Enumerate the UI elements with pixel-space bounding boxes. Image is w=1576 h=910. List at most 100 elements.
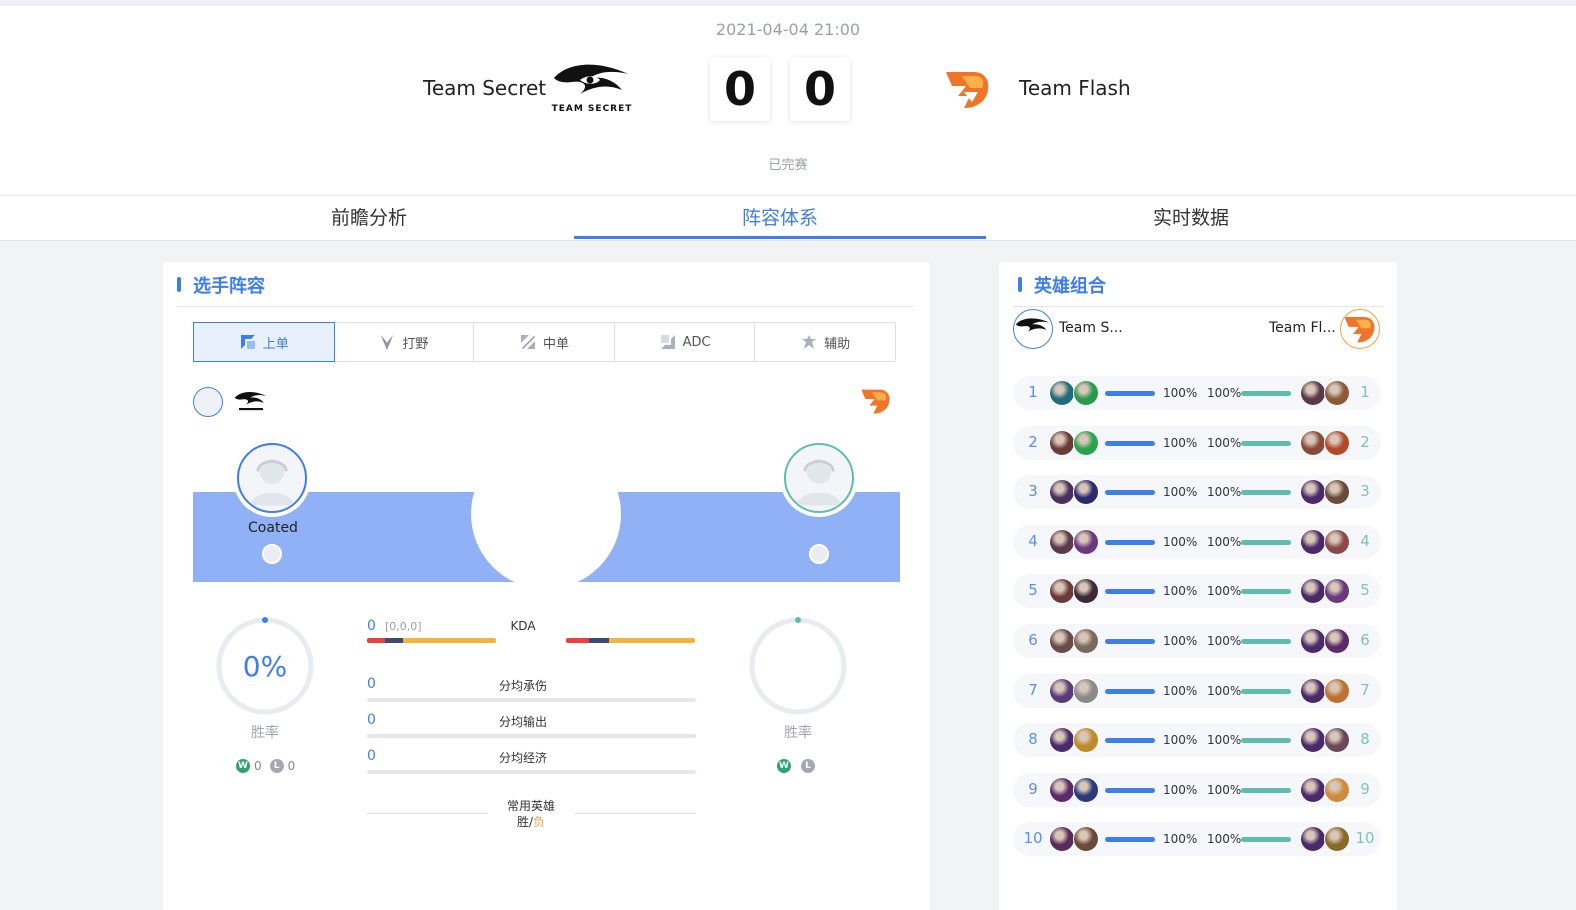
home-hero-icon[interactable] xyxy=(1073,628,1099,654)
home-player-name[interactable]: Coated xyxy=(223,520,323,536)
combo-row[interactable]: 10 100% 100% 10 xyxy=(1013,822,1381,857)
home-hero-icon[interactable] xyxy=(1049,578,1075,605)
away-hero-icon[interactable] xyxy=(1324,479,1350,506)
away-hero-icon[interactable] xyxy=(1324,578,1350,605)
away-combo-winrate-bar xyxy=(1241,738,1291,744)
role-label-top: 上单 xyxy=(262,336,289,352)
combo-rank-away: 4 xyxy=(1360,531,1370,550)
home-hero-icon[interactable] xyxy=(1073,380,1099,406)
combo-divider xyxy=(1013,306,1383,307)
role-tab-support[interactable]: 辅助 xyxy=(755,323,895,361)
away-combo-winrate: 100% xyxy=(1207,782,1242,797)
tab-live-data[interactable]: 实时数据 xyxy=(986,196,1396,241)
home-combo-winrate-bar xyxy=(1105,639,1155,644)
combo-rank-away: 8 xyxy=(1360,730,1370,749)
combo-row[interactable]: 1 100% 100% 1 xyxy=(1013,376,1381,410)
away-hero-icon[interactable] xyxy=(1324,677,1350,704)
common-heroes-label: 常用英雄 xyxy=(506,799,555,813)
away-hero-icon[interactable] xyxy=(1300,727,1326,754)
combo-rank-away: 9 xyxy=(1360,779,1370,798)
home-hero-icon[interactable] xyxy=(1073,776,1099,803)
lineup-divider xyxy=(177,306,914,307)
combo-row[interactable]: 3 100% 100% 3 xyxy=(1013,475,1381,510)
home-hero-icon[interactable] xyxy=(1073,528,1099,555)
home-combo-winrate-bar xyxy=(1105,539,1155,545)
combo-row[interactable]: 5 100% 100% 5 xyxy=(1013,574,1381,609)
home-hero-icon[interactable] xyxy=(1049,628,1075,654)
home-wins: 0 xyxy=(254,759,262,773)
tab-lineup[interactable]: 阵容体系 xyxy=(574,196,986,241)
team-flash-logo-icon xyxy=(1344,316,1375,343)
combo-rank-home: 7 xyxy=(1028,680,1038,699)
team-secret-mini-logo xyxy=(234,391,267,411)
home-combo-winrate: 100% xyxy=(1163,832,1198,847)
home-hero-icon[interactable] xyxy=(1073,826,1099,853)
role-tab-mid[interactable]: 中单 xyxy=(474,323,615,361)
away-hero-icon[interactable] xyxy=(1300,528,1326,555)
home-team-name[interactable]: Team Secret xyxy=(423,76,546,100)
home-hero-icon[interactable] xyxy=(1049,479,1075,506)
tab-preview[interactable]: 前瞻分析 xyxy=(164,196,574,241)
team-secret-logo: TEAM SECRET xyxy=(552,64,631,114)
combo-rank-home: 2 xyxy=(1028,432,1038,451)
role-tab-jungle[interactable]: 打野 xyxy=(334,323,475,361)
away-hero-icon[interactable] xyxy=(1300,578,1326,605)
away-hero-icon[interactable] xyxy=(1324,826,1350,853)
home-combo-winrate-bar xyxy=(1105,589,1155,595)
home-hero-icon[interactable] xyxy=(1073,578,1099,605)
home-player-mini-avatar[interactable] xyxy=(193,387,223,417)
away-combo-winrate-bar xyxy=(1241,837,1291,843)
role-tab-adc[interactable]: ADC xyxy=(615,323,756,361)
home-hero-icon[interactable] xyxy=(1049,528,1075,555)
away-combo-winrate: 100% xyxy=(1207,733,1242,748)
away-hero-icon[interactable] xyxy=(1324,727,1350,754)
home-hero-icon[interactable] xyxy=(1049,429,1075,456)
combo-away-name: Team Fl... xyxy=(1269,320,1336,336)
home-hero-icon[interactable] xyxy=(1073,727,1099,754)
away-hero-icon[interactable] xyxy=(1300,677,1326,704)
home-combo-winrate: 100% xyxy=(1163,733,1198,748)
away-hero-icon[interactable] xyxy=(1324,776,1350,803)
away-hero-icon[interactable] xyxy=(1300,628,1326,654)
away-hero-icon[interactable] xyxy=(1300,380,1326,406)
combo-rank-away: 10 xyxy=(1355,829,1375,848)
away-hero-icon[interactable] xyxy=(1300,776,1326,803)
loss-badge-icon: L xyxy=(801,759,815,773)
home-hero-icon[interactable] xyxy=(1049,677,1075,704)
away-hero-icon[interactable] xyxy=(1300,479,1326,506)
home-combo-winrate: 100% xyxy=(1163,782,1198,797)
home-combo-winrate: 100% xyxy=(1163,435,1198,450)
home-hero-icon[interactable] xyxy=(1049,380,1075,406)
home-hero-icon[interactable] xyxy=(1049,776,1075,803)
home-player-hero-icon xyxy=(262,544,282,564)
away-player-avatar[interactable] xyxy=(784,443,854,513)
away-hero-icon[interactable] xyxy=(1324,429,1350,456)
home-player-avatar[interactable] xyxy=(237,443,307,513)
hero-center-circle xyxy=(471,439,621,589)
home-hero-icon[interactable] xyxy=(1049,727,1075,754)
home-hero-icon[interactable] xyxy=(1073,429,1099,456)
combo-row[interactable]: 8 100% 100% 8 xyxy=(1013,723,1381,758)
home-hero-icon[interactable] xyxy=(1073,479,1099,506)
lineup-panel: 选手阵容 上单 打野 中单 ADC 辅助 Coated 0% 胜率 W 0 L … xyxy=(163,262,930,910)
combo-row[interactable]: 7 100% 100% 7 xyxy=(1013,673,1381,708)
away-hero-icon[interactable] xyxy=(1324,528,1350,555)
away-hero-icon[interactable] xyxy=(1324,628,1350,654)
combo-row[interactable]: 9 100% 100% 9 xyxy=(1013,772,1381,807)
home-winrate-ring: 0% xyxy=(216,617,314,715)
combo-row[interactable]: 2 100% 100% 2 xyxy=(1013,425,1381,460)
home-hero-icon[interactable] xyxy=(1073,677,1099,704)
role-tab-top[interactable]: 上单 xyxy=(193,322,335,362)
home-combo-winrate: 100% xyxy=(1163,534,1198,549)
win-loss-legend: 胜/负 xyxy=(491,813,571,830)
away-hero-icon[interactable] xyxy=(1300,826,1326,853)
away-team-name[interactable]: Team Flash xyxy=(1019,76,1131,100)
home-hero-icon[interactable] xyxy=(1049,826,1075,853)
away-hero-icon[interactable] xyxy=(1300,429,1326,456)
away-hero-icon[interactable] xyxy=(1324,380,1350,406)
combo-row[interactable]: 4 100% 100% 4 xyxy=(1013,524,1381,559)
home-win-loss: W 0 L 0 xyxy=(236,759,295,773)
combo-row[interactable]: 6 100% 100% 6 xyxy=(1013,624,1381,658)
combo-rank-home: 10 xyxy=(1023,829,1043,848)
mid-lane-icon xyxy=(520,335,535,349)
